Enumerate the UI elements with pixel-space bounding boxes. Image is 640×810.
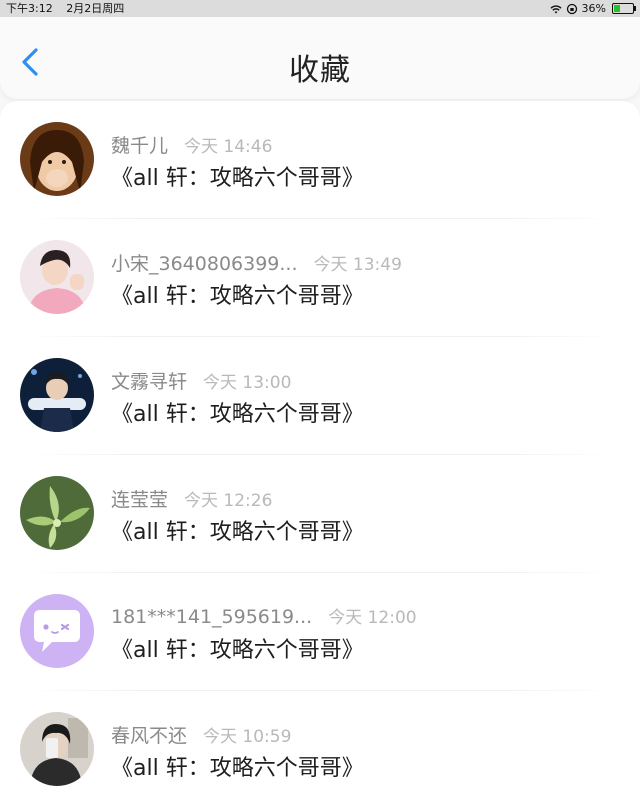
list-item[interactable]: 181***141_595619... 今天 12:00 《all 轩：攻略六个哥… xyxy=(0,573,640,691)
timestamp: 今天 10:59 xyxy=(203,727,292,747)
avatar-girl-photo[interactable] xyxy=(20,122,94,196)
timestamp: 今天 13:49 xyxy=(313,255,402,275)
post-title[interactable]: 《all 轩：攻略六个哥哥》 xyxy=(111,396,364,428)
user-name[interactable]: 连莹莹 xyxy=(111,489,168,511)
favorites-list: 魏千儿 今天 14:46 《all 轩：攻略六个哥哥》 小宋_3640806399… xyxy=(0,101,640,810)
avatar-boy-stage-photo[interactable] xyxy=(20,358,94,432)
orientation-lock-icon xyxy=(566,3,577,14)
item-meta: 文霧寻轩 今天 13:00 xyxy=(111,367,291,394)
user-name[interactable]: 181***141_595619... xyxy=(111,606,312,628)
user-name[interactable]: 春风不还 xyxy=(111,725,187,747)
battery-fill xyxy=(614,5,620,12)
item-meta: 181***141_595619... 今天 12:00 xyxy=(111,603,417,628)
timestamp: 今天 14:46 xyxy=(184,137,273,157)
avatar-mirror-selfie-photo[interactable] xyxy=(20,712,94,786)
page-title: 收藏 xyxy=(289,53,351,88)
default-chat-avatar-icon[interactable] xyxy=(20,594,94,668)
nav-header: 收藏 xyxy=(0,17,640,99)
item-meta: 魏千儿 今天 14:46 xyxy=(111,131,272,158)
status-time: 下午3:12 xyxy=(6,2,53,15)
status-date: 2月2日周四 xyxy=(66,2,125,15)
battery-percent: 36% xyxy=(581,2,606,15)
item-meta: 连莹莹 今天 12:26 xyxy=(111,485,272,512)
item-meta: 小宋_3640806399... 今天 13:49 xyxy=(111,249,402,276)
list-item[interactable]: 文霧寻轩 今天 13:00 《all 轩：攻略六个哥哥》 xyxy=(0,337,640,455)
status-bar-right: 36% xyxy=(550,0,636,17)
post-title[interactable]: 《all 轩：攻略六个哥哥》 xyxy=(111,632,364,664)
list-item[interactable]: 春风不还 今天 10:59 《all 轩：攻略六个哥哥》 xyxy=(0,691,640,809)
battery-icon xyxy=(612,3,636,14)
status-bar-left: 下午3:12 2月2日周四 xyxy=(6,0,124,17)
post-title[interactable]: 《all 轩：攻略六个哥哥》 xyxy=(111,750,364,782)
list-item[interactable]: 小宋_3640806399... 今天 13:49 《all 轩：攻略六个哥哥》 xyxy=(0,219,640,337)
item-meta: 春风不还 今天 10:59 xyxy=(111,721,291,748)
timestamp: 今天 12:00 xyxy=(328,608,417,628)
avatar-orchid-photo[interactable] xyxy=(20,476,94,550)
user-name[interactable]: 文霧寻轩 xyxy=(111,371,187,393)
list-item[interactable]: 连莹莹 今天 12:26 《all 轩：攻略六个哥哥》 xyxy=(0,455,640,573)
timestamp: 今天 12:26 xyxy=(184,491,273,511)
user-name[interactable]: 小宋_3640806399... xyxy=(111,253,298,275)
post-title[interactable]: 《all 轩：攻略六个哥哥》 xyxy=(111,160,364,192)
avatar-boy-pink-photo[interactable] xyxy=(20,240,94,314)
user-name[interactable]: 魏千儿 xyxy=(111,135,168,157)
post-title[interactable]: 《all 轩：攻略六个哥哥》 xyxy=(111,514,364,546)
list-item[interactable]: 魏千儿 今天 14:46 《all 轩：攻略六个哥哥》 xyxy=(0,101,640,219)
timestamp: 今天 13:00 xyxy=(203,373,292,393)
wifi-icon xyxy=(550,4,562,13)
status-bar: 下午3:12 2月2日周四 36% xyxy=(0,0,640,17)
post-title[interactable]: 《all 轩：攻略六个哥哥》 xyxy=(111,278,364,310)
